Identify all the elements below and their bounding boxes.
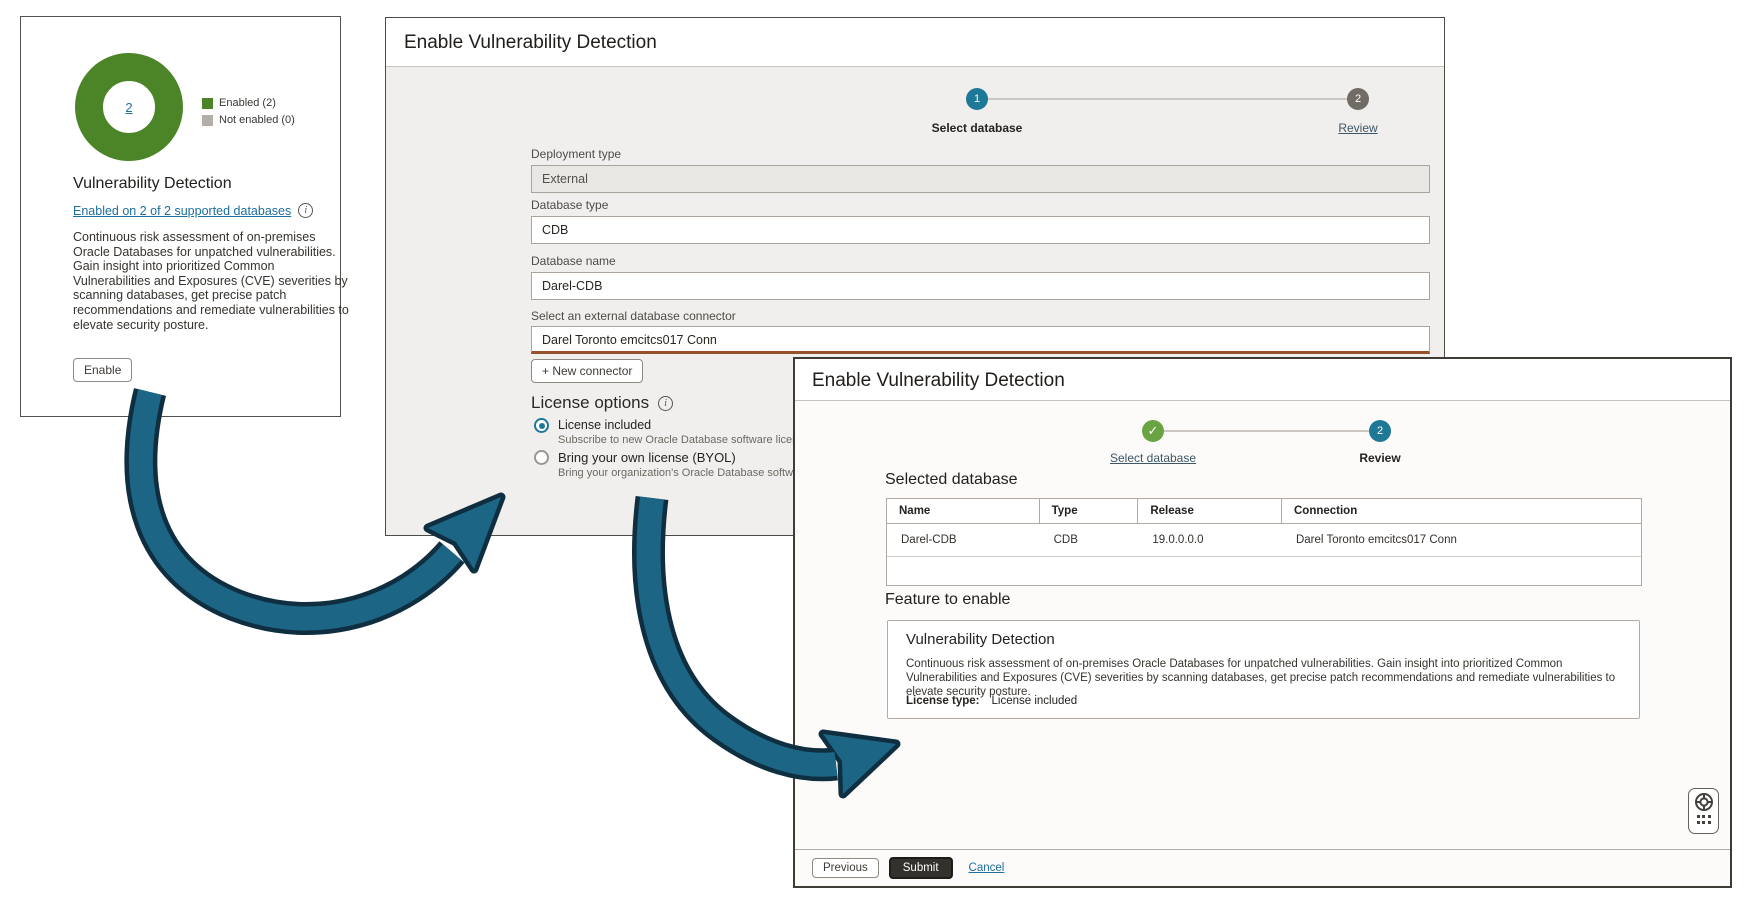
donut-legend: Enabled (2) Not enabled (0): [202, 97, 295, 126]
legend-label: Enabled (2): [219, 97, 276, 109]
info-icon[interactable]: i: [298, 203, 313, 218]
database-type-label: Database type: [531, 198, 608, 212]
help-widget-button[interactable]: [1688, 788, 1719, 834]
card-description: Continuous risk assessment of on-premise…: [73, 230, 352, 332]
column-header-connection: Connection: [1282, 499, 1641, 523]
license-included-option[interactable]: License included Subscribe to new Oracle…: [534, 418, 818, 446]
database-name-field[interactable]: Darel-CDB: [531, 272, 1430, 300]
enabled-databases-link[interactable]: Enabled on 2 of 2 supported databases: [73, 204, 291, 218]
license-type-label: License type:: [906, 695, 980, 707]
feature-to-enable-heading: Feature to enable: [885, 591, 1010, 609]
dialog-header: Enable Vulnerability Detection: [795, 359, 1730, 401]
dialog-footer: Previous Submit Cancel: [795, 849, 1730, 886]
step1-label-link[interactable]: Select database: [1089, 451, 1217, 465]
feature-name: Vulnerability Detection: [906, 631, 1055, 648]
stepper-connector: [1164, 430, 1369, 432]
new-connector-button[interactable]: + New connector: [531, 359, 643, 383]
dialog-header: Enable Vulnerability Detection: [386, 18, 1444, 67]
step1-done-check-icon: ✓: [1142, 420, 1164, 442]
legend-label: Not enabled (0): [219, 114, 295, 126]
feature-description: Continuous risk assessment of on-premise…: [906, 657, 1622, 699]
database-type-field[interactable]: CDB: [531, 216, 1430, 244]
legend-item-not-enabled: Not enabled (0): [202, 114, 295, 126]
submit-button[interactable]: Submit: [889, 857, 953, 879]
step1-circle: 1: [966, 88, 988, 110]
card-title: Vulnerability Detection: [73, 175, 232, 193]
table-row: Darel-CDB CDB 19.0.0.0.0 Darel Toronto e…: [887, 524, 1641, 557]
cell-release: 19.0.0.0.0: [1138, 524, 1282, 556]
license-included-caption: Subscribe to new Oracle Database softwar…: [558, 434, 818, 446]
drag-handle-dots-icon[interactable]: [1697, 815, 1711, 824]
info-icon[interactable]: i: [658, 396, 673, 411]
deployment-type-label: Deployment type: [531, 147, 621, 161]
screenshot-canvas: 2 Enabled (2) Not enabled (0) Vulnerabil…: [0, 0, 1748, 908]
table-header-row: Name Type Release Connection: [887, 499, 1641, 524]
step2-label-link[interactable]: Review: [1308, 121, 1408, 135]
legend-item-enabled: Enabled (2): [202, 97, 295, 109]
previous-button[interactable]: Previous: [812, 858, 879, 878]
vulnerability-detection-card: 2 Enabled (2) Not enabled (0) Vulnerabil…: [20, 16, 341, 417]
stepper-connector: [988, 98, 1347, 100]
connector-label: Select an external database connector: [531, 309, 736, 323]
legend-swatch-green: [202, 98, 213, 109]
enable-wizard-review-dialog: Enable Vulnerability Detection ✓ 2 Selec…: [793, 357, 1732, 888]
selected-database-table: Name Type Release Connection Darel-CDB C…: [886, 498, 1642, 586]
legend-swatch-gray: [202, 115, 213, 126]
feature-box: Vulnerability Detection Continuous risk …: [887, 620, 1640, 719]
donut-center-count-link[interactable]: 2: [75, 53, 183, 161]
step2-circle: 2: [1369, 420, 1391, 442]
deployment-type-field: External: [531, 165, 1430, 193]
step1-label: Select database: [916, 121, 1038, 135]
cell-connection: Darel Toronto emcitcs017 Conn: [1282, 524, 1641, 556]
radio-unselected-icon[interactable]: [534, 450, 549, 465]
life-buoy-icon: [1694, 792, 1714, 812]
license-type-value: License included: [992, 695, 1078, 707]
step2-circle: 2: [1347, 88, 1369, 110]
license-included-label: License included: [558, 418, 818, 432]
radio-selected-icon[interactable]: [534, 418, 549, 433]
column-header-type: Type: [1040, 499, 1139, 523]
enable-button[interactable]: Enable: [73, 358, 132, 382]
cancel-link[interactable]: Cancel: [969, 862, 1005, 874]
connector-select[interactable]: Darel Toronto emcitcs017 Conn: [531, 326, 1430, 354]
step2-label: Review: [1330, 451, 1430, 465]
selected-database-heading: Selected database: [885, 471, 1018, 489]
dialog-title: Enable Vulnerability Detection: [404, 32, 657, 54]
cell-type: CDB: [1040, 524, 1139, 556]
license-options-heading: License options: [531, 393, 649, 413]
column-header-release: Release: [1138, 499, 1282, 523]
column-header-name: Name: [887, 499, 1040, 523]
cell-name: Darel-CDB: [887, 524, 1040, 556]
database-name-label: Database name: [531, 254, 616, 268]
dialog-title: Enable Vulnerability Detection: [812, 370, 1065, 392]
